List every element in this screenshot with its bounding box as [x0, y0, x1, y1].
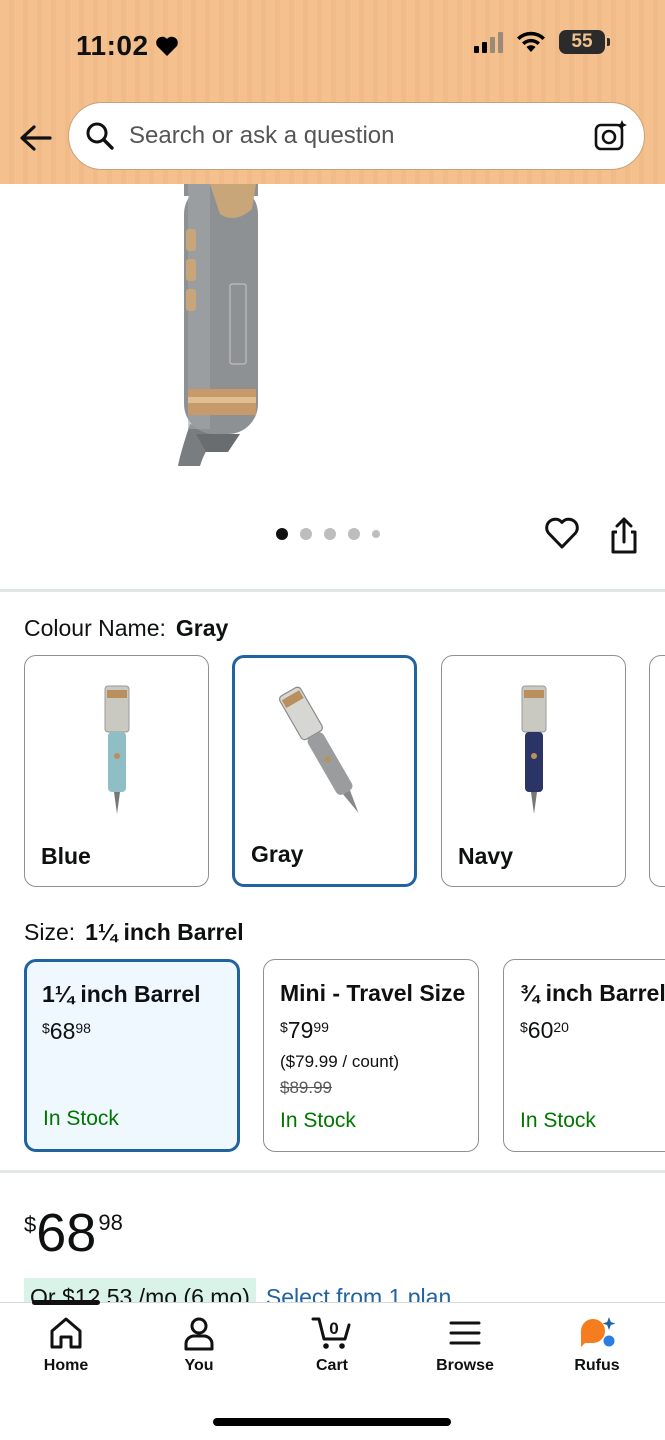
size-option-name: 1¼ inch Barrel: [42, 981, 201, 1007]
price-cents: 98: [75, 1020, 91, 1036]
battery-icon: 55: [559, 30, 610, 54]
hair-curler-image: [178, 184, 258, 466]
price-cents: 99: [313, 1019, 329, 1035]
nav-home[interactable]: Home: [11, 1315, 121, 1375]
active-tab-indicator: [32, 1300, 100, 1305]
colour-option-more[interactable]: [649, 655, 665, 887]
colour-option-blue[interactable]: Blue: [24, 655, 209, 887]
navy-curler-thumbnail: [521, 685, 546, 814]
menu-icon: [449, 1321, 481, 1345]
cart-icon: 0: [311, 1317, 351, 1349]
home-indicator: [213, 1418, 451, 1426]
size-label-text: Size:: [24, 919, 76, 945]
carousel-dot[interactable]: [324, 528, 336, 540]
nav-you-label: You: [184, 1357, 214, 1374]
heart-status-icon: [155, 36, 178, 56]
size-label: Size: 1¼ inch Barrel: [24, 919, 244, 946]
size-selected-value: 1¼ inch Barrel: [85, 919, 244, 945]
nav-rufus-label: Rufus: [574, 1357, 620, 1374]
size-option-mini-travel[interactable]: Mini - Travel Size $79 99 ($79.99 / count…: [263, 959, 479, 1152]
cart-count: 0: [329, 1319, 338, 1338]
clock-text: 11:02: [76, 30, 149, 61]
search-icon: [86, 122, 114, 150]
gray-curler-thumbnail: [278, 686, 358, 814]
carousel-dot[interactable]: [372, 530, 380, 538]
price-whole: 79: [287, 1017, 314, 1043]
size-option-price: $68 98: [42, 1018, 222, 1045]
back-button[interactable]: [16, 120, 56, 156]
wifi-icon: [517, 31, 545, 52]
colour-option-navy[interactable]: Navy: [441, 655, 626, 887]
home-icon: [50, 1317, 82, 1349]
size-option-3-4-inch[interactable]: ¾ inch Barrel $60 20 In Stock: [503, 959, 665, 1152]
carousel-dot[interactable]: [276, 528, 288, 540]
colour-selected-value: Gray: [175, 615, 229, 641]
nav-browse[interactable]: Browse: [410, 1315, 520, 1375]
status-icons: 55: [474, 30, 610, 54]
wishlist-button[interactable]: [544, 516, 580, 552]
search-input[interactable]: Search or ask a question: [129, 122, 594, 150]
price-whole: 60: [527, 1017, 554, 1043]
size-option-1-1-4-inch[interactable]: 1¼ inch Barrel $68 98 In Stock: [24, 959, 240, 1152]
price-currency: $: [520, 1019, 528, 1035]
size-option-price: $79 99: [280, 1017, 462, 1044]
price-currency: $: [42, 1020, 50, 1036]
size-option-name: Mini - Travel Size: [280, 980, 466, 1006]
battery-level: 55: [571, 31, 593, 52]
back-arrow-icon: [20, 125, 52, 151]
blue-curler-thumbnail: [104, 685, 129, 814]
nav-browse-label: Browse: [436, 1357, 494, 1374]
main-price: $ 68 98: [24, 1204, 123, 1262]
colour-option-gray[interactable]: Gray: [232, 655, 417, 887]
product-image[interactable]: [0, 184, 665, 484]
heart-outline-icon: [545, 517, 579, 549]
select-plan-link[interactable]: Select from 1 plan: [266, 1278, 451, 1304]
carousel-dot[interactable]: [300, 528, 312, 540]
camera-lens-icon[interactable]: [594, 119, 628, 153]
carousel-dot[interactable]: [348, 528, 360, 540]
list-price: $89.99: [280, 1078, 332, 1097]
person-icon: [184, 1317, 214, 1351]
stock-status: In Stock: [280, 1109, 356, 1132]
price-cents: 20: [553, 1019, 569, 1035]
search-bar[interactable]: Search or ask a question: [68, 102, 645, 170]
price-cents: 98: [98, 1210, 123, 1235]
price-currency: $: [24, 1212, 37, 1237]
nav-cart[interactable]: 0 Cart: [277, 1315, 387, 1375]
share-icon: [611, 517, 637, 554]
nav-home-label: Home: [43, 1357, 89, 1374]
section-divider: [0, 589, 665, 592]
size-option-name: ¾ inch Barrel: [520, 980, 665, 1006]
top-header: 11:02 55 Search or ask a question: [0, 0, 665, 184]
rufus-icon: [581, 1317, 616, 1347]
stock-status: In Stock: [43, 1107, 119, 1130]
nav-you[interactable]: You: [144, 1315, 254, 1375]
status-time: 11:02: [76, 30, 179, 62]
nav-cart-label: Cart: [315, 1357, 348, 1374]
size-option-price: $60 20: [520, 1017, 665, 1044]
unit-price: ($79.99 / count): [280, 1052, 400, 1071]
colour-label-text: Colour Name:: [24, 615, 166, 641]
price-whole: 68: [49, 1018, 76, 1044]
stock-status: In Stock: [520, 1109, 596, 1132]
image-carousel-dots[interactable]: [276, 528, 380, 540]
colour-option-label: Navy: [458, 843, 513, 869]
section-divider: [0, 1170, 665, 1173]
nav-rufus[interactable]: Rufus: [542, 1315, 652, 1375]
colour-option-label: Gray: [251, 841, 304, 867]
colour-label: Colour Name: Gray: [24, 615, 228, 642]
signal-icon: [474, 31, 503, 53]
share-button[interactable]: [606, 516, 642, 556]
colour-option-label: Blue: [41, 843, 91, 869]
price-currency: $: [280, 1019, 288, 1035]
price-whole: 68: [36, 1203, 97, 1263]
